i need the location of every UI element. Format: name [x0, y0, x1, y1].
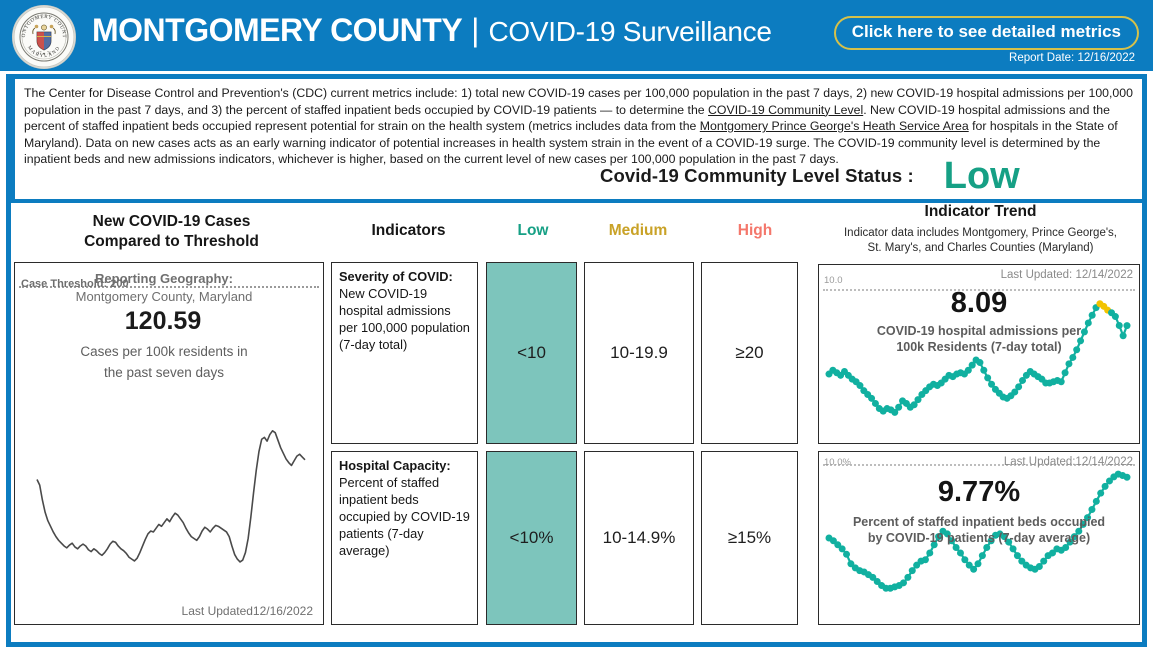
indicator-trend-subtitle: Indicator data includes Montgomery, Prin…	[818, 226, 1143, 256]
indicator-high-cell[interactable]: ≥20	[701, 262, 798, 444]
indicator-description-cell: Severity of COVID: New COVID-19 hospital…	[331, 262, 478, 444]
trend-data-point	[838, 545, 846, 553]
indicator-title: Hospital Capacity:	[339, 458, 451, 473]
trend1-last-updated: Last Updated: 12/14/2022	[1000, 269, 1133, 281]
indicator-low-cell[interactable]: <10	[486, 262, 577, 444]
medium-column-header: Medium	[608, 222, 668, 239]
trend1-caption: COVID-19 hospital admissions per 100k Re…	[819, 323, 1139, 355]
community-level-status-value: Low	[943, 155, 1020, 197]
trend-subtitle-line1: Indicator data includes Montgomery, Prin…	[843, 227, 1117, 239]
indicator-description-text: Severity of COVID: New COVID-19 hospital…	[339, 268, 470, 353]
cases-metric-value: 120.59	[124, 307, 202, 335]
indicator-row-severity: Severity of COVID: New COVID-19 hospital…	[331, 262, 814, 444]
indicator-description-cell: Hospital Capacity: Percent of staffed in…	[331, 451, 478, 625]
trend-data-point	[895, 403, 903, 411]
trend-data-point	[1013, 552, 1021, 560]
trend2-caption: Percent of staffed inpatient beds occupi…	[819, 514, 1139, 546]
trend2-threshold-label: 10.0%	[824, 457, 851, 468]
indicator-medium-range: 10-14.9%	[602, 528, 676, 547]
trend-data-point	[970, 565, 978, 573]
trend-data-point	[1057, 378, 1065, 386]
indicator-desc: New COVID-19 hospital admissions per 100…	[339, 286, 470, 352]
indicator-trend-title: Indicator Trend	[924, 203, 1037, 220]
cases-trend-line	[36, 430, 306, 563]
cases-column-header: New COVID-19 Cases Compared to Threshold	[14, 212, 329, 252]
hospital-admissions-trend-card: 10.0 Last Updated: 12/14/2022 8.09 COVID…	[818, 264, 1140, 444]
indicator-title: Severity of COVID:	[339, 269, 453, 284]
trend1-value: 8.09	[950, 287, 1008, 319]
new-cases-sparkline-chart	[36, 430, 306, 563]
indicator-high-range: ≥15%	[727, 528, 772, 547]
brand-divider: |	[471, 12, 480, 48]
montgomery-county-seal-icon: MONTGOMERY COUNTY MARYLAND 17	[12, 5, 76, 69]
trend2-last-updated: Last Updated:12/14/2022	[1003, 456, 1133, 468]
svg-text:76: 76	[47, 51, 51, 56]
brand-title: MONTGOMERY COUNTY | COVID-19 Surveillanc…	[92, 12, 772, 49]
page-header: MONTGOMERY COUNTY MARYLAND 17	[0, 0, 1153, 71]
trend-data-point	[980, 366, 988, 374]
trend-data-point	[984, 374, 992, 382]
brand-title-light: COVID-19 Surveillance	[488, 16, 772, 47]
trend1-caption-line2: 100k Residents (7-day total)	[896, 340, 1062, 354]
trend-data-point	[956, 549, 964, 557]
brand-title-bold: MONTGOMERY COUNTY	[92, 12, 463, 48]
trend-data-point	[843, 550, 851, 558]
trend-data-point	[1061, 369, 1069, 377]
indicators-header-row: Indicators Low Medium High	[331, 222, 814, 252]
trend1-threshold-label: 10.0	[824, 275, 843, 286]
low-column-header: Low	[517, 222, 549, 239]
detailed-metrics-button[interactable]: Click here to see detailed metrics	[833, 16, 1139, 50]
trend-data-point	[1015, 383, 1023, 391]
dashboard-page: MONTGOMERY COUNTY MARYLAND 17	[0, 0, 1153, 653]
intro-link[interactable]: COVID-19 Community Level	[708, 103, 863, 117]
trend-data-point	[976, 359, 984, 367]
high-column-header: High	[737, 222, 773, 239]
trend1-caption-line1: COVID-19 hospital admissions per	[876, 324, 1082, 338]
trend2-caption-line2: by COVID-19 patients (7-day average)	[867, 531, 1091, 545]
indicator-high-range: ≥20	[735, 343, 764, 362]
trend-data-point	[1009, 545, 1017, 553]
trend-data-point	[926, 549, 934, 557]
indicator-medium-cell[interactable]: 10-19.9	[584, 262, 694, 444]
indicator-desc: Percent of staffed inpatient beds occupi…	[339, 475, 470, 558]
community-level-status-row: Covid-19 Community Level Status : Low	[600, 155, 1145, 197]
indicator-high-cell[interactable]: ≥15%	[701, 451, 798, 625]
trend-data-point	[1065, 360, 1073, 368]
svg-text:17: 17	[38, 51, 42, 56]
trend-data-point	[1035, 563, 1043, 571]
report-date-label: Report Date: 12/16/2022	[1009, 52, 1135, 64]
trend2-value: 9.77%	[937, 476, 1021, 508]
trend-data-point	[908, 567, 916, 575]
indicator-description-text: Hospital Capacity: Percent of staffed in…	[339, 457, 470, 559]
indicator-medium-cell[interactable]: 10-14.9%	[584, 451, 694, 625]
trend-data-point	[1040, 557, 1048, 565]
trend-data-point	[921, 556, 929, 564]
indicator-row-capacity: Hospital Capacity: Percent of staffed in…	[331, 451, 814, 625]
inpatient-beds-trend-card: 10.0% Last Updated:12/14/2022 9.77% Perc…	[818, 451, 1140, 625]
indicators-column-header: Indicators	[371, 222, 446, 239]
cases-caption-line1: Cases per 100k residents in	[80, 344, 248, 359]
trend2-caption-line1: Percent of staffed inpatient beds occupi…	[852, 515, 1106, 529]
indicator-medium-range: 10-19.9	[610, 343, 668, 362]
new-cases-card: Reporting Geography: Case Threshold: 200…	[14, 262, 324, 625]
indicator-low-cell[interactable]: <10%	[486, 451, 577, 625]
community-level-status-label: Covid-19 Community Level Status :	[600, 165, 914, 186]
trend-subtitle-line2: St. Mary's, and Charles Counties (Maryla…	[867, 242, 1094, 254]
trend-data-point	[961, 556, 969, 564]
intro-link[interactable]: Montgomery Prince George's Heath Service…	[700, 119, 969, 133]
trend-data-point	[904, 573, 912, 581]
trend-data-point	[978, 552, 986, 560]
indicator-low-range: <10%	[509, 528, 554, 547]
cases-title-line1: New COVID-19 Cases	[92, 213, 251, 230]
trend-data-point	[974, 560, 982, 568]
cases-last-updated: Last Updated12/16/2022	[181, 604, 313, 618]
reporting-geography-value: Montgomery County, Maryland	[75, 289, 253, 304]
cases-title-line2: Compared to Threshold	[84, 233, 259, 250]
indicator-low-range: <10	[517, 343, 546, 362]
trend-data-point	[900, 579, 907, 587]
